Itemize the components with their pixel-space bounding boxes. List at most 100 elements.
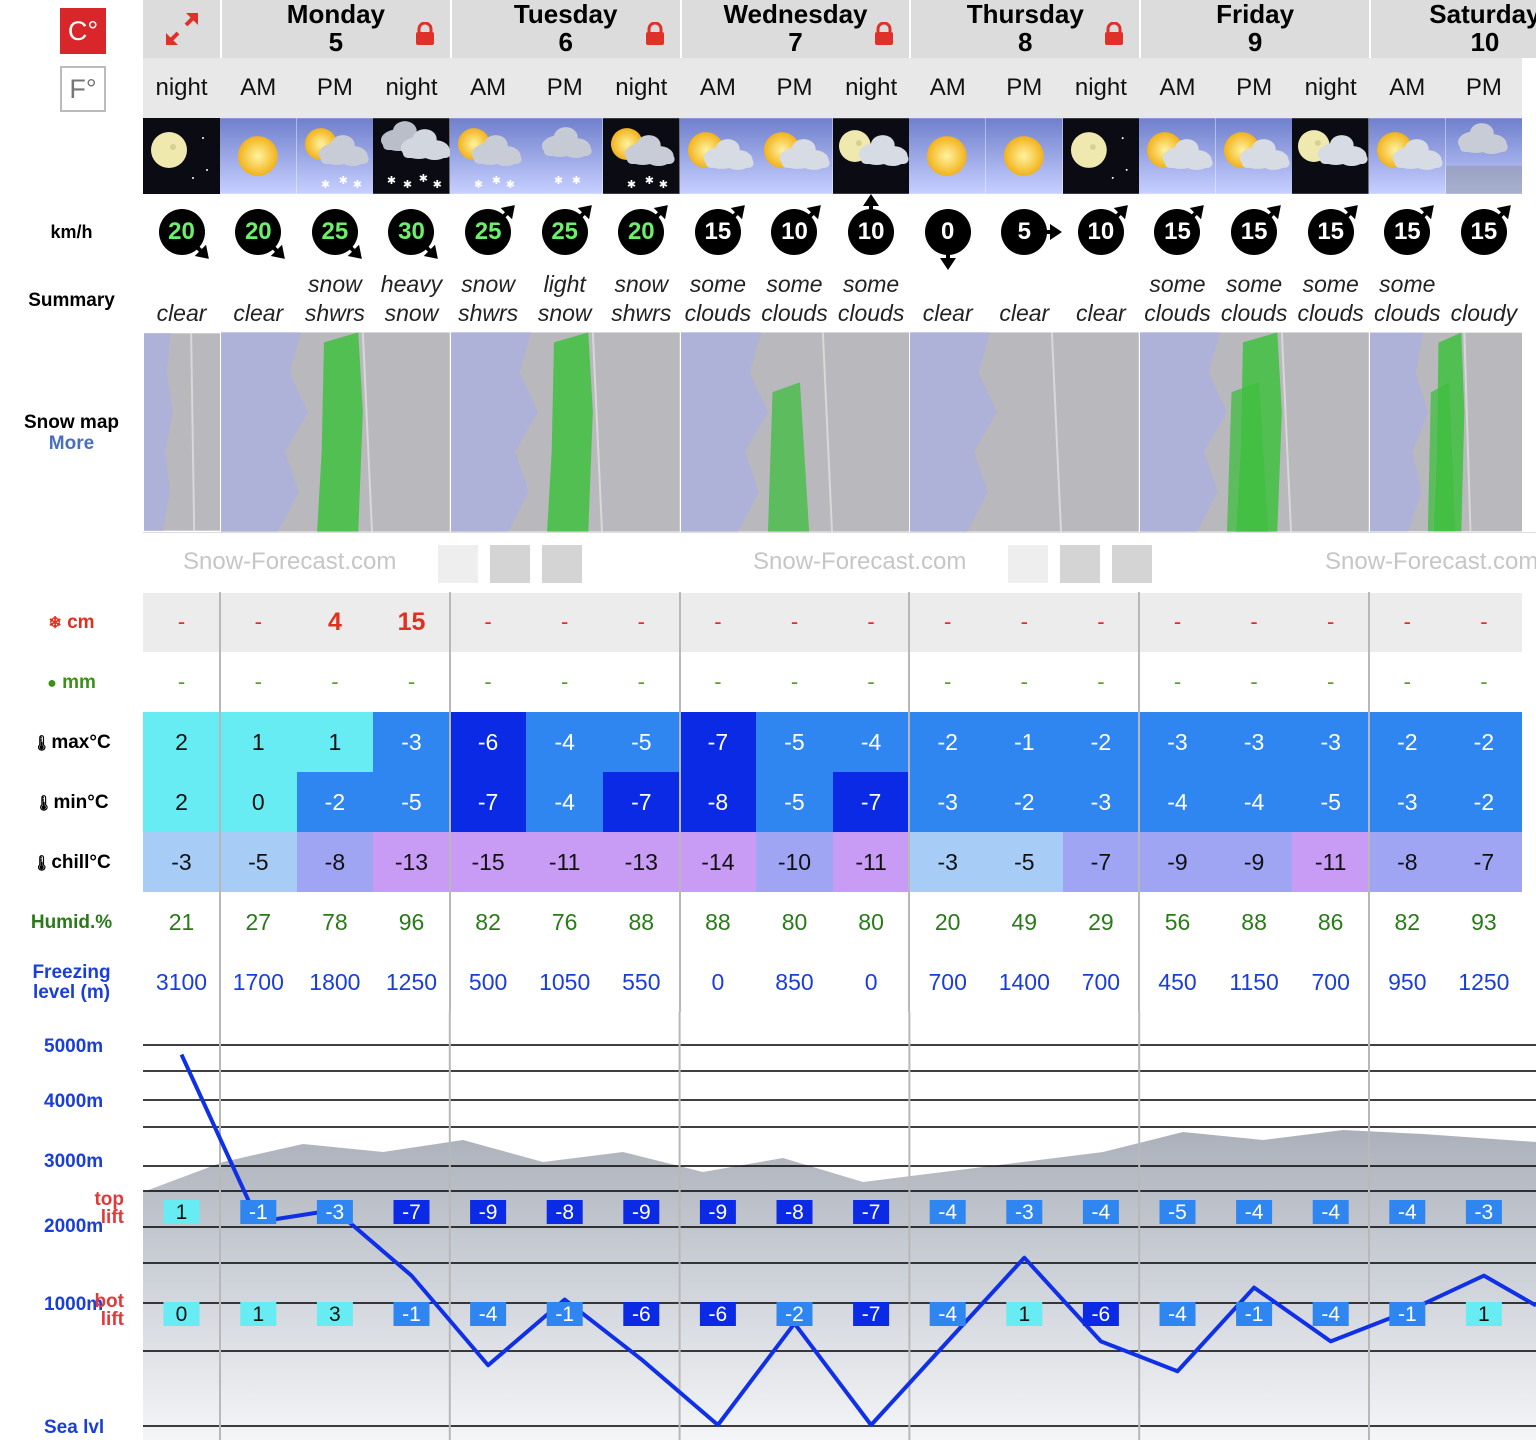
badge-value: -4 — [1321, 1303, 1340, 1326]
freezing-level: 1250 — [1458, 968, 1510, 995]
celsius-button[interactable]: C° — [60, 8, 106, 54]
wind-chill: -9 — [1215, 832, 1293, 892]
day-number: 10 — [1470, 27, 1500, 57]
period-pm: PM — [1445, 58, 1523, 118]
lock-icon[interactable] — [873, 21, 895, 45]
wind-speed: 15 — [694, 205, 745, 255]
badge-value: -3 — [1015, 1201, 1034, 1224]
summary-line-1 — [255, 270, 261, 299]
badge-value: -7 — [402, 1201, 421, 1224]
max-temp: 2 — [143, 712, 220, 772]
snow-map-more-link[interactable]: More — [0, 433, 143, 455]
min-temp: -5 — [1292, 772, 1369, 832]
summary-text: clear — [220, 268, 297, 330]
fahrenheit-button[interactable]: F° — [60, 66, 106, 112]
expand-icon[interactable] — [143, 0, 220, 58]
humidity-label: Humid.% — [30, 912, 113, 933]
summary-text: some clouds — [1369, 268, 1446, 330]
snow-amount: - — [1292, 592, 1369, 652]
moon-icon — [143, 118, 220, 194]
badge-value: -3 — [326, 1201, 345, 1224]
humidity: 96 — [398, 908, 425, 935]
snow-map-panel[interactable] — [909, 332, 1140, 532]
bottom-lift-temp-badge: -6 — [623, 1302, 660, 1326]
min-temp: -7 — [832, 772, 910, 832]
snow-map-label: Snow map — [23, 412, 119, 433]
snow-map-panel[interactable] — [679, 332, 910, 532]
badge-value: -6 — [709, 1303, 728, 1326]
bottom-lift-temp-badge: 1 — [1465, 1302, 1502, 1326]
badge-value: -4 — [938, 1303, 957, 1326]
summary-text: heavy snow — [373, 268, 450, 330]
wind-indicator: 20 — [220, 194, 297, 270]
humidity: 88 — [1241, 908, 1267, 935]
summary-text: clear — [986, 268, 1063, 330]
day-header-monday[interactable]: Monday 5 — [220, 0, 450, 58]
lock-icon[interactable] — [644, 21, 666, 45]
svg-text:✱: ✱ — [403, 179, 412, 191]
day-header-wednesday[interactable]: Wednesday 7 — [679, 0, 910, 58]
map-snow-icon[interactable] — [1060, 545, 1100, 583]
sun-cloud-icon — [1139, 118, 1216, 194]
wind-indicator: 15 — [680, 194, 757, 270]
max-temp: -3 — [1139, 712, 1216, 772]
day-header-friday[interactable]: Friday 9 — [1139, 0, 1369, 58]
map-snow-icon[interactable] — [490, 545, 530, 583]
lock-icon[interactable] — [414, 21, 436, 45]
snow-amount: 15 — [373, 592, 450, 652]
summary-text: some clouds — [833, 268, 910, 330]
min-temp: -5 — [756, 772, 833, 832]
top-lift-temp-badge: -9 — [623, 1200, 660, 1224]
map-cloud-icon[interactable] — [438, 545, 478, 583]
freezing-level: 850 — [775, 968, 814, 995]
map-temp-icon[interactable] — [1112, 545, 1152, 583]
map-cloud-icon[interactable] — [1008, 545, 1048, 583]
bottom-lift-temp-badge: -1 — [1389, 1302, 1426, 1326]
summary-line-1: some — [842, 271, 900, 297]
badge-value: -8 — [785, 1201, 804, 1224]
freezing-level: 3100 — [155, 968, 208, 995]
bottom-lift-temp-badge: -2 — [776, 1302, 813, 1326]
level-sea: Sea lvl — [44, 1417, 105, 1438]
summary-line-1 — [1098, 270, 1104, 299]
sun-cloud-icon — [1369, 118, 1446, 194]
forecast-table: C° F° km/h Summary Snow map More ❄︎ cm ●… — [0, 0, 1536, 1440]
snow-map-panel[interactable] — [220, 332, 450, 532]
period-night: night — [603, 58, 680, 118]
bottom-lift-temp-badge: -1 — [546, 1302, 583, 1326]
snow-amount: - — [756, 592, 833, 652]
bottom-lift-temp-badge: -7 — [853, 1302, 890, 1326]
day-header-thursday[interactable]: Thursday 8 — [909, 0, 1140, 58]
moon-icon — [1062, 118, 1140, 194]
top-lift-temp-badge: -3 — [1006, 1200, 1043, 1224]
snow-map-panel[interactable] — [1369, 332, 1523, 532]
humidity: 78 — [322, 908, 348, 935]
moon-cloud-icon — [832, 118, 910, 194]
badge-value: 3 — [329, 1303, 341, 1326]
svg-text:✱: ✱ — [474, 179, 483, 191]
summary-text: snow shwrs — [603, 268, 680, 330]
freezing-level: 1800 — [309, 968, 361, 995]
summary-line-2: clear — [233, 300, 284, 326]
map-temp-icon[interactable] — [542, 545, 582, 583]
day-number: 9 — [1247, 27, 1263, 57]
day-separator — [1138, 592, 1141, 1012]
humidity: 82 — [1394, 908, 1421, 935]
wind-chill: -5 — [220, 832, 297, 892]
summary-line-1 — [1021, 270, 1027, 299]
badge-value: -1 — [402, 1303, 421, 1326]
rain-amount: - — [944, 669, 952, 694]
max-temp: -4 — [832, 712, 910, 772]
snow-amount: - — [1215, 592, 1293, 652]
min-temp: -2 — [1445, 772, 1523, 832]
top-lift-temp-badge: -1 — [240, 1200, 277, 1224]
day-header-tuesday[interactable]: Tuesday 6 — [449, 0, 680, 58]
day-header-saturday[interactable]: Saturday 10 — [1369, 0, 1536, 58]
lock-icon[interactable] — [1103, 21, 1125, 45]
freezing-level: 950 — [1388, 968, 1427, 995]
snow-map-panel[interactable] — [1139, 332, 1369, 532]
humidity: 82 — [475, 908, 501, 935]
wind-speed: 20 — [618, 205, 669, 255]
snow-map-panel[interactable] — [143, 332, 220, 532]
snow-map-panel[interactable] — [449, 332, 680, 532]
